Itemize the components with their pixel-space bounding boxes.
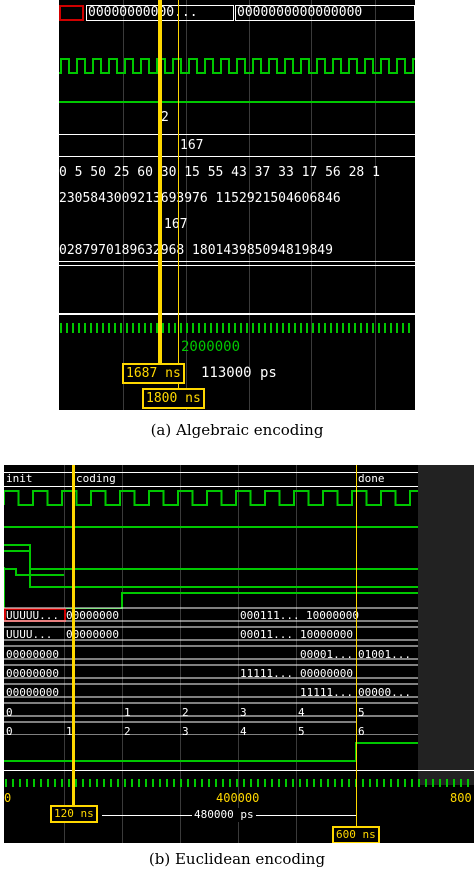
value-2: 2 [161, 110, 169, 125]
counter1-v2: 2 [182, 706, 189, 719]
big-number-row-1: 2305843009213693976 1152921504606846 [59, 191, 341, 206]
axis-label-400000: 400000 [216, 791, 260, 805]
counter1-v4: 4 [298, 706, 305, 719]
signal-line [59, 261, 415, 262]
cursor-line [72, 465, 75, 810]
state-done: done [358, 472, 385, 485]
cursor-time-label-2[interactable]: 1800 ns [142, 388, 205, 409]
clock-signal [59, 58, 415, 74]
cursor-line-2 [178, 0, 179, 390]
value-167-b: 167 [164, 217, 188, 232]
cursor-delta: 480000 ps [192, 808, 256, 822]
divider [59, 313, 415, 315]
cursor-line-2 [356, 465, 357, 835]
counter1-v1: 1 [124, 706, 131, 719]
timescale-value: 2000000 [181, 339, 241, 355]
signal-line [59, 101, 415, 103]
cursor-time-label[interactable]: 1687 ns [122, 363, 185, 384]
signal-line [59, 134, 415, 135]
state-init: init [6, 472, 33, 485]
cursor-time-label[interactable]: 120 ns [50, 805, 98, 823]
cursor-line [158, 0, 162, 372]
caption-a: (a) Algebraic encoding [150, 421, 324, 439]
signal-line [59, 156, 415, 157]
top-bus-value: 00000000000... [88, 5, 198, 20]
axis-label-800: 800 [450, 791, 472, 805]
signal-line [59, 265, 415, 266]
big-number-row-2: 0287970189632968 180143985094819849 [59, 243, 333, 258]
scroll-area[interactable] [418, 465, 474, 785]
number-row: 0 5 50 25 60 30 15 55 43 37 33 17 56 28 … [59, 165, 380, 180]
top-bus-value-right: 0000000000000000 [237, 5, 363, 20]
time-ruler [60, 323, 410, 333]
waveform-panel-euclidean: init coding done UUUUU... 00000000 00011… [4, 465, 474, 843]
value-167: 167 [180, 138, 204, 153]
top-bus-red-segment [59, 5, 84, 21]
counter1-v5: 5 [358, 706, 365, 719]
cursor-time-label-2[interactable]: 600 ns [332, 826, 380, 843]
counter1-v0: 0 [6, 706, 13, 719]
state-coding: coding [76, 472, 116, 485]
waveform-panel-algebraic: 00000000000... 0000000000000000 2 167 0 … [59, 0, 415, 410]
axis-label-0: 0 [4, 791, 12, 805]
caption-b: (b) Euclidean encoding [148, 850, 326, 868]
cursor-delta: 113000 ps [201, 365, 277, 381]
counter1-v3: 3 [240, 706, 247, 719]
